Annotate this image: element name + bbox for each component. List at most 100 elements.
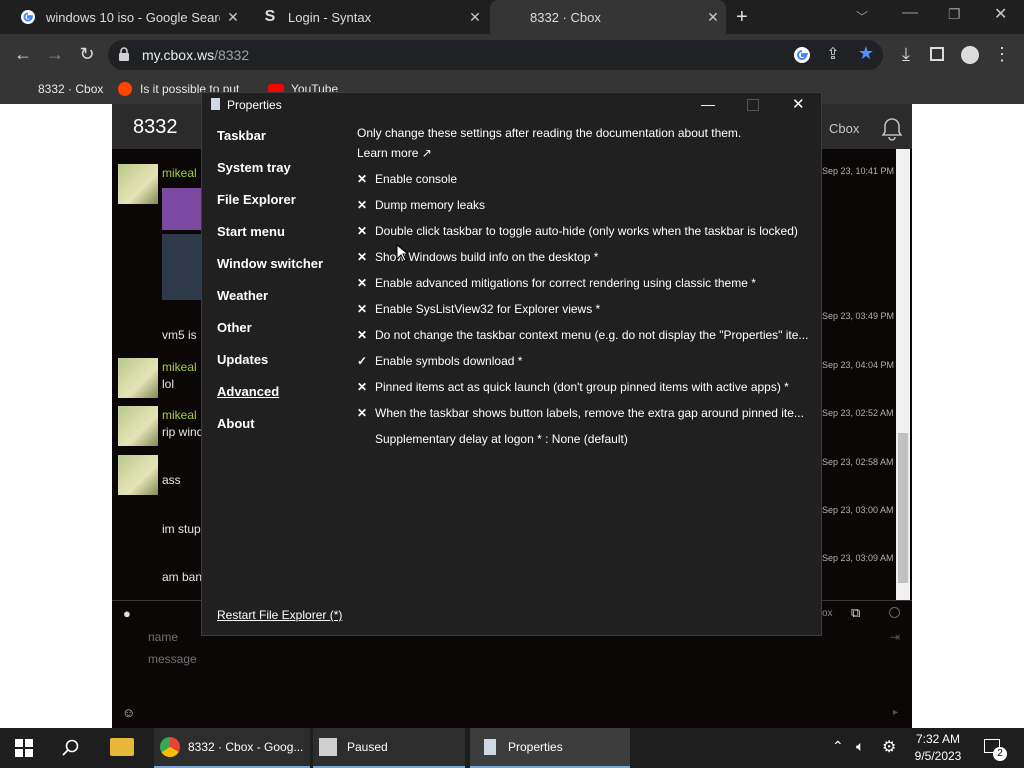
- close-window-icon[interactable]: ✕: [994, 4, 1007, 24]
- footer-label: ox: [822, 608, 833, 619]
- tab-login-syntax[interactable]: S Login - Syntax ✕: [248, 0, 488, 34]
- option-mark: ✕: [357, 380, 368, 394]
- tab-title: Login - Syntax: [288, 9, 372, 25]
- mouse-cursor-icon: [396, 243, 410, 265]
- message-text: im stup: [162, 522, 201, 536]
- share-icon[interactable]: ⇪: [820, 44, 846, 64]
- nav-taskbar[interactable]: Taskbar: [217, 128, 266, 143]
- nav-other[interactable]: Other: [217, 320, 252, 335]
- option-mark: ✕: [357, 172, 368, 186]
- lock-icon[interactable]: [118, 47, 130, 64]
- nav-updates[interactable]: Updates: [217, 352, 268, 367]
- popout-icon[interactable]: ⧉: [851, 605, 860, 621]
- option-mark: ✕: [357, 224, 368, 238]
- option-logon-delay[interactable]: Supplementary delay at logon * : None (d…: [375, 432, 835, 446]
- more-menu-icon[interactable]: ⋮: [989, 44, 1015, 65]
- url-text[interactable]: my.cbox.ws/8332: [142, 46, 249, 64]
- clock-date[interactable]: 9/5/2023: [912, 749, 964, 763]
- avatar: [118, 406, 158, 446]
- google-lens-icon[interactable]: [793, 46, 811, 67]
- show-hidden-icons-icon[interactable]: ⌃: [832, 738, 844, 755]
- learn-more-link[interactable]: Learn more ↗: [357, 146, 432, 160]
- nav-start-menu[interactable]: Start menu: [217, 224, 285, 239]
- option-taskbar-context-menu[interactable]: ✕ Do not change the taskbar context menu …: [357, 328, 817, 342]
- restore-window-icon[interactable]: ❐: [948, 6, 961, 23]
- emoji-icon[interactable]: ☺: [122, 705, 135, 720]
- nav-system-tray[interactable]: System tray: [217, 160, 291, 175]
- clock-time[interactable]: 7:32 AM: [912, 732, 964, 746]
- message-username[interactable]: mikeal: [162, 166, 197, 180]
- intro-text: Only change these settings after reading…: [357, 126, 742, 140]
- download-icon[interactable]: ⤓: [893, 44, 919, 65]
- dialog-close-icon[interactable]: ✕: [792, 95, 805, 113]
- dialog-minimize-icon[interactable]: —: [701, 96, 715, 112]
- option-enable-console[interactable]: ✕ Enable console: [357, 172, 817, 186]
- file-explorer-icon[interactable]: [110, 738, 134, 756]
- bell-icon[interactable]: [880, 116, 904, 145]
- option-label: Enable SysListView32 for Explorer views …: [375, 302, 601, 316]
- close-tab-icon[interactable]: ✕: [700, 9, 726, 26]
- volume-icon[interactable]: 🔈︎: [856, 738, 864, 755]
- bookmark-star-icon[interactable]: ★: [853, 43, 879, 64]
- nav-about[interactable]: About: [217, 416, 255, 431]
- option-mark: ✓: [357, 354, 368, 368]
- cbox-link[interactable]: Cbox: [829, 121, 859, 136]
- search-icon[interactable]: [62, 739, 80, 760]
- option-symbols-download[interactable]: ✓ Enable symbols download *: [357, 354, 817, 368]
- bookmark-cbox[interactable]: 8332 · Cbox: [38, 82, 103, 96]
- message-text: ass: [162, 473, 181, 487]
- forward-arrow-icon[interactable]: →: [42, 44, 68, 65]
- login-icon[interactable]: ⇥: [890, 630, 900, 644]
- profile-icon[interactable]: [961, 46, 979, 64]
- close-tab-icon[interactable]: ✕: [220, 9, 246, 26]
- syntax-s-icon: S: [264, 8, 276, 25]
- taskbar-item-chrome[interactable]: 8332 · Cbox - Goog...: [154, 728, 310, 768]
- windows-start-icon[interactable]: [15, 739, 33, 760]
- nav-advanced[interactable]: Advanced: [217, 384, 279, 399]
- back-arrow-icon[interactable]: ←: [10, 44, 36, 65]
- message-image[interactable]: [162, 234, 202, 300]
- nav-file-explorer[interactable]: File Explorer: [217, 192, 296, 207]
- reddit-icon: [118, 82, 132, 96]
- nav-weather[interactable]: Weather: [217, 288, 268, 303]
- message-image[interactable]: [162, 188, 202, 230]
- name-input[interactable]: name: [148, 630, 178, 644]
- taskbar-item-label: Paused: [347, 740, 388, 754]
- dialog-maximize-icon[interactable]: [747, 99, 759, 111]
- avatar: [118, 358, 158, 398]
- reload-icon[interactable]: ↻: [74, 44, 100, 65]
- message-input[interactable]: message: [148, 652, 197, 666]
- settings-gear-icon[interactable]: ⚙: [882, 737, 896, 757]
- user-icon[interactable]: ●: [123, 606, 131, 621]
- taskbar-item-properties[interactable]: Properties: [470, 728, 630, 768]
- tab-search-icon[interactable]: ﹀: [856, 8, 868, 25]
- message-username[interactable]: mikeal: [162, 408, 197, 422]
- message-text: lol: [162, 377, 175, 391]
- minimize-window-icon[interactable]: —: [902, 4, 918, 22]
- option-pinned-quick-launch[interactable]: ✕ Pinned items act as quick launch (don't…: [357, 380, 817, 394]
- option-mark: ✕: [357, 302, 368, 316]
- properties-app-icon: [211, 98, 220, 110]
- page-margin: [0, 149, 112, 728]
- option-label: Enable console: [375, 172, 458, 186]
- option-double-click-autohide[interactable]: ✕ Double click taskbar to toggle auto-hid…: [357, 224, 817, 238]
- new-tab-button[interactable]: +: [736, 6, 748, 29]
- nav-window-switcher[interactable]: Window switcher: [217, 256, 323, 271]
- taskbar-item-paused[interactable]: Paused: [313, 728, 465, 768]
- chrome-icon: [160, 737, 180, 757]
- option-dump-memory-leaks[interactable]: ✕ Dump memory leaks: [357, 198, 817, 212]
- option-remove-extra-gap[interactable]: ✕ When the taskbar shows button labels, r…: [357, 406, 817, 420]
- status-icon[interactable]: [889, 607, 900, 618]
- option-show-build-info[interactable]: ✕ Show Windows build info on the desktop …: [357, 250, 817, 264]
- option-advanced-mitigations[interactable]: ✕ Enable advanced mitigations for correct…: [357, 276, 817, 290]
- tab-google-search[interactable]: windows 10 iso - Google Search ✕: [6, 0, 246, 34]
- option-label: Pinned items act as quick launch (don't …: [375, 380, 789, 394]
- option-syslistview32[interactable]: ✕ Enable SysListView32 for Explorer views…: [357, 302, 817, 316]
- tab-cbox[interactable]: 8332 · Cbox ✕: [490, 0, 726, 34]
- message-username[interactable]: mikeal: [162, 360, 197, 374]
- chat-scrollbar-thumb[interactable]: [898, 433, 908, 583]
- side-panel-icon[interactable]: [930, 47, 944, 61]
- restart-explorer-link[interactable]: Restart File Explorer (*): [217, 608, 342, 622]
- close-tab-icon[interactable]: ✕: [462, 9, 488, 26]
- send-icon[interactable]: ▸: [893, 707, 898, 718]
